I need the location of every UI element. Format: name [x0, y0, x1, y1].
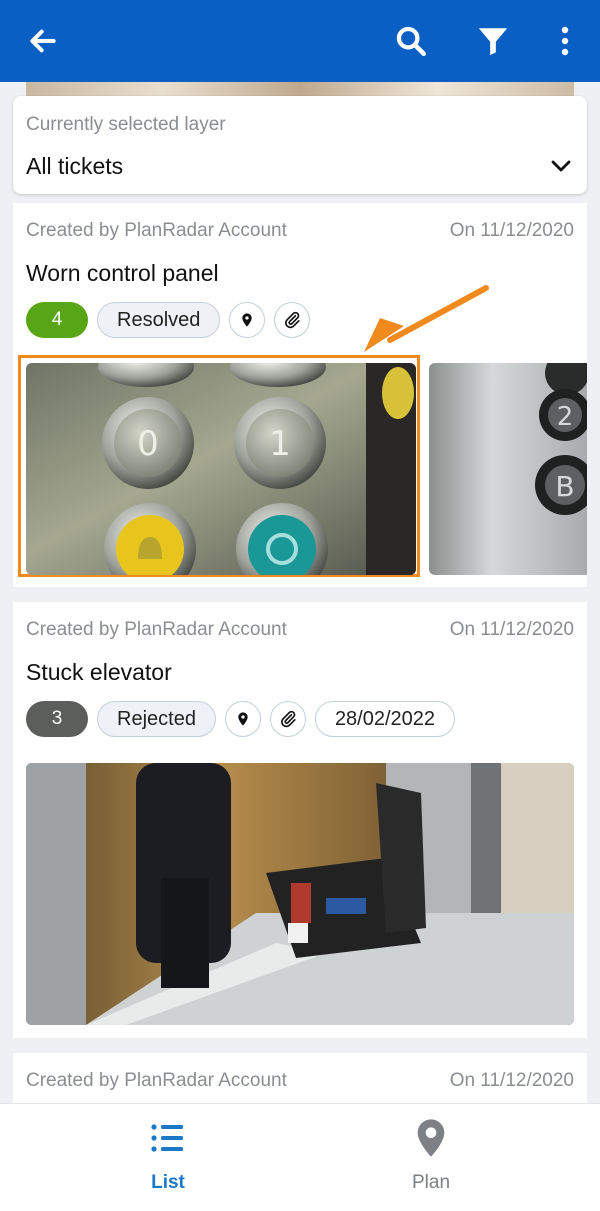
ticket-date: On 11/12/2020	[449, 1070, 574, 1091]
nav-item-plan[interactable]: Plan	[281, 1104, 581, 1211]
attachment-chip	[269, 701, 306, 737]
ticket-chips: 4 Resolved	[26, 302, 319, 338]
back-button[interactable]	[18, 16, 68, 66]
ticket-title: Worn control panel	[26, 260, 219, 286]
ticket-date: On 11/12/2020	[449, 619, 574, 640]
previous-ticket-photo-edge	[26, 82, 574, 96]
filter-button[interactable]	[468, 16, 518, 66]
app-bar	[0, 0, 600, 82]
bottom-navigation: List Plan	[0, 1103, 600, 1211]
search-icon	[396, 26, 427, 57]
elevator-buttons-photo[interactable]: 0 1	[26, 363, 416, 575]
nav-item-list-label: List	[151, 1172, 185, 1193]
more-options-button[interactable]	[540, 16, 590, 66]
priority-badge: 4	[26, 302, 88, 338]
location-chip	[224, 701, 261, 737]
paperclip-icon	[281, 710, 296, 728]
nav-item-plan-label: Plan	[411, 1172, 451, 1193]
elevator-repair-photo[interactable]	[26, 763, 574, 1025]
ticket-creator: Created by PlanRadar Account	[26, 1070, 287, 1091]
ticket-card[interactable]: Created by PlanRadar Account On 11/12/20…	[13, 203, 587, 587]
map-pin-icon	[411, 1118, 451, 1158]
arrow-left-icon	[30, 29, 56, 53]
status-badge: Rejected	[97, 701, 216, 737]
chevron-down-icon	[551, 160, 571, 172]
svg-text:1: 1	[269, 424, 291, 464]
location-chip	[229, 302, 266, 338]
svg-text:B: B	[555, 470, 574, 503]
nav-item-list[interactable]: List	[18, 1104, 318, 1211]
elevator-repair-image	[26, 763, 574, 1025]
attachment-chip	[274, 302, 311, 338]
ticket-card[interactable]: Created by PlanRadar Account On 11/12/20…	[13, 602, 587, 1038]
more-vertical-icon	[561, 26, 569, 56]
search-button[interactable]	[386, 16, 436, 66]
status-badge: Resolved	[97, 302, 221, 338]
map-pin-icon	[238, 712, 248, 726]
ticket-chips: 3 Rejected 28/02/2022	[26, 701, 464, 737]
svg-text:2: 2	[557, 402, 574, 432]
layer-selector-caption: Currently selected layer	[26, 114, 226, 135]
priority-badge: 3	[26, 701, 88, 737]
ticket-date: On 11/12/2020	[449, 220, 574, 241]
elevator-floor-buttons-image: 2 B	[429, 363, 587, 575]
paperclip-icon	[285, 311, 301, 329]
map-pin-icon	[242, 313, 253, 327]
highlight-arrow	[364, 285, 489, 352]
ticket-title: Stuck elevator	[26, 659, 172, 685]
due-date-badge: 28/02/2022	[314, 701, 456, 737]
elevator-floor-buttons-photo[interactable]: 2 B	[429, 363, 587, 575]
svg-text:0: 0	[137, 424, 159, 464]
filter-icon	[478, 28, 508, 56]
ticket-creator: Created by PlanRadar Account	[26, 619, 287, 640]
ticket-creator: Created by PlanRadar Account	[26, 220, 287, 241]
list-icon	[148, 1118, 188, 1158]
elevator-buttons-image: 0 1	[26, 363, 416, 575]
layer-selector-value: All tickets	[26, 153, 124, 179]
layer-selector[interactable]: Currently selected layer All tickets	[13, 96, 587, 194]
